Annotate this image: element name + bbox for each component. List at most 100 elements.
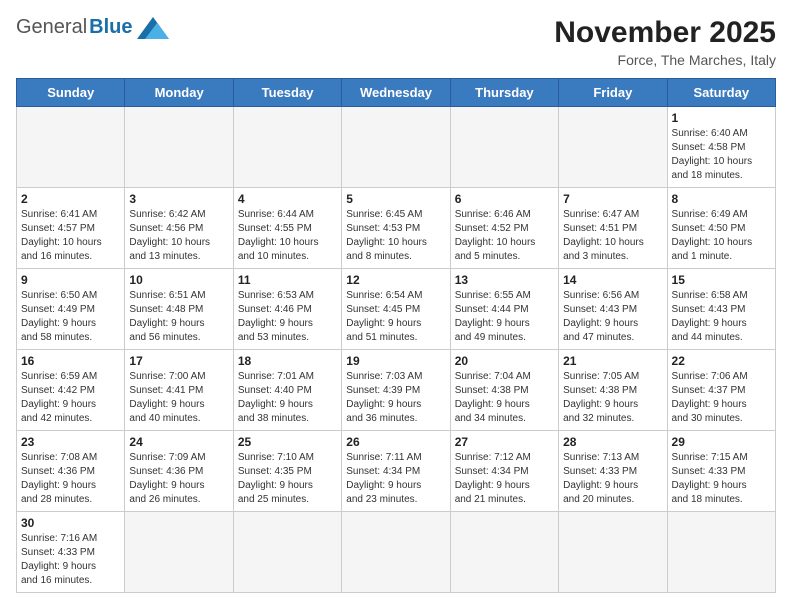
- day-info: Sunrise: 7:13 AM Sunset: 4:33 PM Dayligh…: [563, 451, 662, 507]
- weekday-row: SundayMondayTuesdayWednesdayThursdayFrid…: [17, 79, 776, 107]
- day-cell: [342, 107, 450, 188]
- day-number: 24: [129, 435, 228, 449]
- day-number: 13: [455, 273, 554, 287]
- day-number: 1: [672, 111, 771, 125]
- day-cell: [233, 107, 341, 188]
- weekday-thursday: Thursday: [450, 79, 558, 107]
- day-cell: [559, 107, 667, 188]
- day-info: Sunrise: 6:45 AM Sunset: 4:53 PM Dayligh…: [346, 208, 445, 264]
- day-info: Sunrise: 7:16 AM Sunset: 4:33 PM Dayligh…: [21, 532, 120, 588]
- week-row-3: 9Sunrise: 6:50 AM Sunset: 4:49 PM Daylig…: [17, 269, 776, 350]
- day-number: 17: [129, 354, 228, 368]
- day-cell: 14 Sunrise: 6:56 AM Sunset: 4:43 PM Dayli…: [559, 269, 667, 350]
- day-info: Sunrise: 6:53 AM Sunset: 4:46 PM Dayligh…: [238, 289, 337, 345]
- day-cell: 20 Sunrise: 7:04 AM Sunset: 4:38 PM Dayli…: [450, 350, 558, 431]
- day-info: Sunrise: 7:08 AM Sunset: 4:36 PM Dayligh…: [21, 451, 120, 507]
- logo: General Blue: [16, 16, 169, 39]
- day-info: Sunrise: 6:55 AM Sunset: 4:44 PM Dayligh…: [455, 289, 554, 345]
- day-info: Sunrise: 6:58 AM Sunset: 4:43 PM Dayligh…: [672, 289, 771, 345]
- day-info: Sunrise: 7:04 AM Sunset: 4:38 PM Dayligh…: [455, 370, 554, 426]
- day-info: Sunrise: 6:49 AM Sunset: 4:50 PM Dayligh…: [672, 208, 771, 264]
- weekday-wednesday: Wednesday: [342, 79, 450, 107]
- calendar-header: SundayMondayTuesdayWednesdayThursdayFrid…: [17, 79, 776, 107]
- day-number: 18: [238, 354, 337, 368]
- day-cell: 6 Sunrise: 6:46 AM Sunset: 4:52 PM Daylig…: [450, 188, 558, 269]
- day-number: 23: [21, 435, 120, 449]
- day-number: 25: [238, 435, 337, 449]
- day-number: 2: [21, 192, 120, 206]
- day-cell: 16 Sunrise: 6:59 AM Sunset: 4:42 PM Dayli…: [17, 350, 125, 431]
- day-info: Sunrise: 6:41 AM Sunset: 4:57 PM Dayligh…: [21, 208, 120, 264]
- day-number: 15: [672, 273, 771, 287]
- page-title: November 2025: [554, 16, 776, 50]
- day-info: Sunrise: 7:15 AM Sunset: 4:33 PM Dayligh…: [672, 451, 771, 507]
- weekday-saturday: Saturday: [667, 79, 775, 107]
- day-number: 6: [455, 192, 554, 206]
- day-number: 10: [129, 273, 228, 287]
- day-cell: 3Sunrise: 6:42 AM Sunset: 4:56 PM Daylig…: [125, 188, 233, 269]
- day-info: Sunrise: 6:59 AM Sunset: 4:42 PM Dayligh…: [21, 370, 120, 426]
- day-cell: [125, 107, 233, 188]
- day-cell: 30 Sunrise: 7:16 AM Sunset: 4:33 PM Dayli…: [17, 512, 125, 593]
- day-info: Sunrise: 7:05 AM Sunset: 4:38 PM Dayligh…: [563, 370, 662, 426]
- title-block: November 2025 Force, The Marches, Italy: [554, 16, 776, 68]
- day-info: Sunrise: 6:46 AM Sunset: 4:52 PM Dayligh…: [455, 208, 554, 264]
- day-info: Sunrise: 6:54 AM Sunset: 4:45 PM Dayligh…: [346, 289, 445, 345]
- day-cell: [450, 512, 558, 593]
- day-cell: 19 Sunrise: 7:03 AM Sunset: 4:39 PM Dayli…: [342, 350, 450, 431]
- day-cell: 7 Sunrise: 6:47 AM Sunset: 4:51 PM Daylig…: [559, 188, 667, 269]
- day-number: 12: [346, 273, 445, 287]
- day-number: 27: [455, 435, 554, 449]
- day-number: 30: [21, 516, 120, 530]
- day-info: Sunrise: 7:09 AM Sunset: 4:36 PM Dayligh…: [129, 451, 228, 507]
- day-number: 14: [563, 273, 662, 287]
- day-number: 11: [238, 273, 337, 287]
- week-row-4: 16 Sunrise: 6:59 AM Sunset: 4:42 PM Dayli…: [17, 350, 776, 431]
- calendar-body: 1Sunrise: 6:40 AM Sunset: 4:58 PM Daylig…: [17, 107, 776, 593]
- day-cell: [450, 107, 558, 188]
- day-number: 3: [129, 192, 228, 206]
- day-cell: 2 Sunrise: 6:41 AM Sunset: 4:57 PM Daylig…: [17, 188, 125, 269]
- day-cell: [342, 512, 450, 593]
- day-cell: [667, 512, 775, 593]
- day-cell: 17 Sunrise: 7:00 AM Sunset: 4:41 PM Dayli…: [125, 350, 233, 431]
- day-number: 19: [346, 354, 445, 368]
- day-info: Sunrise: 7:06 AM Sunset: 4:37 PM Dayligh…: [672, 370, 771, 426]
- day-number: 9: [21, 273, 120, 287]
- day-info: Sunrise: 6:56 AM Sunset: 4:43 PM Dayligh…: [563, 289, 662, 345]
- week-row-5: 23 Sunrise: 7:08 AM Sunset: 4:36 PM Dayli…: [17, 431, 776, 512]
- weekday-sunday: Sunday: [17, 79, 125, 107]
- day-number: 22: [672, 354, 771, 368]
- day-cell: 24 Sunrise: 7:09 AM Sunset: 4:36 PM Dayli…: [125, 431, 233, 512]
- page-subtitle: Force, The Marches, Italy: [554, 52, 776, 68]
- day-cell: [559, 512, 667, 593]
- day-info: Sunrise: 7:01 AM Sunset: 4:40 PM Dayligh…: [238, 370, 337, 426]
- day-number: 20: [455, 354, 554, 368]
- day-cell: 9Sunrise: 6:50 AM Sunset: 4:49 PM Daylig…: [17, 269, 125, 350]
- day-cell: 25 Sunrise: 7:10 AM Sunset: 4:35 PM Dayli…: [233, 431, 341, 512]
- logo-icon: [137, 17, 169, 39]
- day-number: 8: [672, 192, 771, 206]
- day-info: Sunrise: 6:47 AM Sunset: 4:51 PM Dayligh…: [563, 208, 662, 264]
- day-cell: [233, 512, 341, 593]
- day-cell: 4Sunrise: 6:44 AM Sunset: 4:55 PM Daylig…: [233, 188, 341, 269]
- day-cell: 27 Sunrise: 7:12 AM Sunset: 4:34 PM Dayli…: [450, 431, 558, 512]
- day-number: 28: [563, 435, 662, 449]
- day-cell: 11 Sunrise: 6:53 AM Sunset: 4:46 PM Dayli…: [233, 269, 341, 350]
- day-cell: [125, 512, 233, 593]
- day-info: Sunrise: 7:00 AM Sunset: 4:41 PM Dayligh…: [129, 370, 228, 426]
- weekday-monday: Monday: [125, 79, 233, 107]
- day-info: Sunrise: 7:03 AM Sunset: 4:39 PM Dayligh…: [346, 370, 445, 426]
- week-row-1: 1Sunrise: 6:40 AM Sunset: 4:58 PM Daylig…: [17, 107, 776, 188]
- day-cell: 10Sunrise: 6:51 AM Sunset: 4:48 PM Dayli…: [125, 269, 233, 350]
- day-number: 7: [563, 192, 662, 206]
- logo-general-text: General: [16, 16, 87, 39]
- day-cell: 13 Sunrise: 6:55 AM Sunset: 4:44 PM Dayli…: [450, 269, 558, 350]
- day-cell: 12 Sunrise: 6:54 AM Sunset: 4:45 PM Dayli…: [342, 269, 450, 350]
- day-cell: 15 Sunrise: 6:58 AM Sunset: 4:43 PM Dayli…: [667, 269, 775, 350]
- day-cell: 5Sunrise: 6:45 AM Sunset: 4:53 PM Daylig…: [342, 188, 450, 269]
- weekday-tuesday: Tuesday: [233, 79, 341, 107]
- day-info: Sunrise: 7:10 AM Sunset: 4:35 PM Dayligh…: [238, 451, 337, 507]
- day-info: Sunrise: 7:12 AM Sunset: 4:34 PM Dayligh…: [455, 451, 554, 507]
- day-number: 16: [21, 354, 120, 368]
